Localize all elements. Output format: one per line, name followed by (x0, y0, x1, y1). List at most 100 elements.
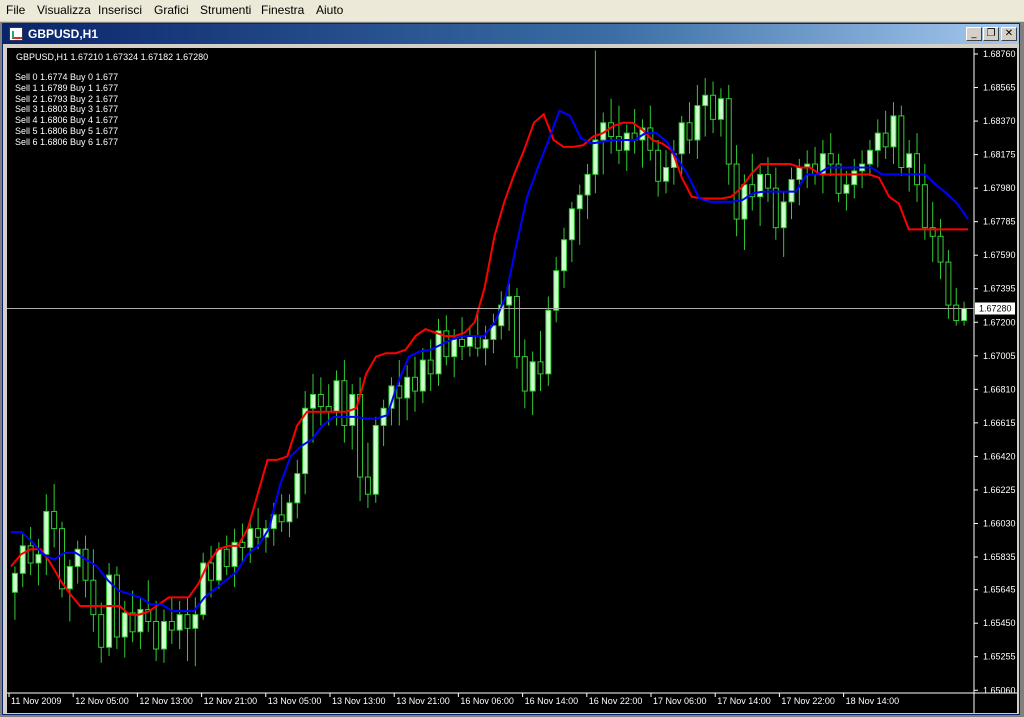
candle-body (255, 528, 262, 538)
x-tick-label: 17 Nov 06:00 (653, 696, 707, 706)
candle-body (286, 502, 293, 523)
menu-file[interactable]: File (6, 3, 25, 17)
candle-body (945, 261, 952, 306)
candle-body (623, 132, 630, 151)
candle-body (176, 614, 183, 631)
y-tick-label: 1.65060 (983, 685, 1016, 695)
y-tick-label: 1.68370 (983, 116, 1016, 126)
candle-body (937, 235, 944, 263)
window-titlebar[interactable]: GBPUSD,H1 _ ❐ ✕ (3, 24, 1019, 44)
candle-body (694, 105, 701, 141)
y-tick-label: 1.67200 (983, 317, 1016, 327)
level-line: Sell 6 1.6806 Buy 6 1.677 (15, 136, 119, 147)
menu-finestra[interactable]: Finestra (261, 3, 304, 17)
window-title: GBPUSD,H1 (28, 27, 99, 41)
y-tick-label: 1.66810 (983, 384, 1016, 394)
x-tick-label: 16 Nov 06:00 (460, 696, 514, 706)
candle-body (725, 98, 732, 165)
symbol-ohlc-header: GBPUSD,H1 1.67210 1.67324 1.67182 1.6728… (16, 52, 209, 62)
x-tick-label: 18 Nov 14:00 (846, 696, 900, 706)
x-tick-label: 11 Nov 2009 (11, 696, 61, 706)
candle-body (827, 153, 834, 165)
y-tick-label: 1.67395 (983, 284, 1016, 294)
y-tick-label: 1.66420 (983, 451, 1016, 461)
candle-body (66, 565, 73, 590)
chart-window-icon (9, 27, 23, 41)
candle-body (239, 541, 246, 549)
candle-body (678, 122, 685, 155)
candle-body (466, 335, 473, 347)
candle-body (796, 166, 803, 181)
y-tick-label: 1.67590 (983, 250, 1016, 260)
candle-body (98, 614, 105, 648)
x-tick-label: 13 Nov 21:00 (396, 696, 450, 706)
candle-body (592, 139, 599, 175)
menu-bar: File Visualizza Inserisci Grafici Strume… (0, 0, 1024, 22)
level-line: Sell 1 1.6789 Buy 1 1.677 (15, 82, 119, 93)
candle-body (153, 620, 160, 650)
y-tick-label: 1.67980 (983, 183, 1016, 193)
candle-body (482, 338, 489, 349)
candle-body (396, 385, 403, 399)
menu-inserisci[interactable]: Inserisci (98, 3, 142, 17)
candle-body (341, 380, 348, 426)
candle-body (584, 173, 591, 196)
candle-body (11, 572, 18, 593)
candle-body (866, 149, 873, 165)
candle-body (333, 380, 340, 413)
level-line: Sell 5 1.6806 Buy 5 1.677 (15, 125, 119, 136)
candle-body (459, 338, 466, 347)
y-tick-label: 1.66225 (983, 485, 1016, 495)
menu-grafici[interactable]: Grafici (154, 3, 189, 17)
candles (11, 50, 968, 667)
x-tick-label: 17 Nov 22:00 (781, 696, 835, 706)
y-tick-label: 1.66030 (983, 518, 1016, 528)
chart-area[interactable]: 1.67280 1.68760 1.68565 1.68370 1.68175 1.67… (7, 48, 1017, 713)
candle-body (310, 393, 317, 409)
menu-strumenti[interactable]: Strumenti (200, 3, 251, 17)
candle-body (537, 361, 544, 375)
candle-body (357, 393, 364, 478)
candle-body (43, 510, 50, 555)
candle-body (160, 620, 167, 650)
candle-body (317, 393, 324, 408)
level-line: Sell 0 1.6774 Buy 0 1.677 (15, 72, 119, 82)
candle-body (90, 579, 97, 616)
y-tick-label: 1.65835 (983, 552, 1016, 562)
x-tick-label: 13 Nov 13:00 (332, 696, 386, 706)
restore-button[interactable]: ❐ (983, 27, 999, 41)
candle-body (451, 338, 458, 358)
candle-body (106, 574, 113, 648)
candle-body (82, 548, 89, 581)
candle-body (168, 620, 175, 631)
candle-body (435, 330, 442, 375)
close-button[interactable]: ✕ (1001, 27, 1017, 41)
candle-body (615, 136, 622, 151)
candle-body (874, 132, 881, 151)
candle-body (655, 149, 662, 182)
candle-body (921, 184, 928, 229)
menu-visualizza[interactable]: Visualizza (37, 3, 91, 17)
candle-body (914, 153, 921, 186)
minimize-button[interactable]: _ (966, 27, 982, 41)
candle-body (184, 614, 191, 629)
candle-body (419, 359, 426, 392)
candle-body (51, 510, 58, 530)
candle-body (411, 376, 418, 392)
candle-body (710, 94, 717, 120)
candle-body (529, 361, 536, 392)
y-tick-label: 1.68760 (983, 49, 1016, 59)
candle-body (764, 173, 771, 189)
price-chart[interactable]: 1.67280 1.68760 1.68565 1.68370 1.68175 1.67… (7, 48, 1017, 713)
candle-body (772, 187, 779, 229)
candle-body (953, 304, 960, 322)
x-tick-label: 16 Nov 14:00 (525, 696, 579, 706)
candle-body (215, 548, 222, 581)
menu-aiuto[interactable]: Aiuto (316, 3, 343, 17)
y-tick-label: 1.66615 (983, 418, 1016, 428)
candle-body (35, 553, 42, 564)
candle-body (513, 295, 520, 358)
sell-buy-levels: Sell 0 1.6774 Buy 0 1.677 Sell 1 1.6789 B… (15, 72, 118, 148)
candle-body (662, 166, 669, 182)
red-indicator-line (10, 112, 968, 616)
